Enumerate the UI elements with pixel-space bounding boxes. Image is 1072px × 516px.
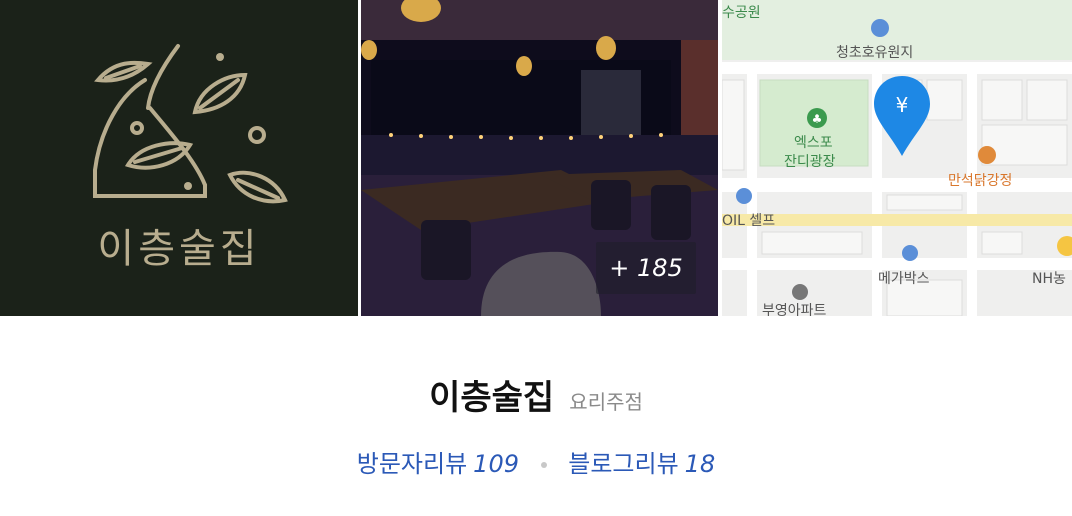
map-label-park: 수공원 bbox=[722, 5, 761, 21]
separator-dot bbox=[540, 462, 547, 468]
place-category: 요리주점 bbox=[569, 390, 643, 414]
blog-reviews-count: 18 bbox=[684, 450, 716, 478]
place-info: 이층술집 요리주점 방문자리뷰 109 블로그리뷰 18 bbox=[0, 316, 1072, 516]
map-label-cinema: 메가박스 bbox=[878, 271, 930, 287]
title-row: 이층술집 요리주점 bbox=[0, 370, 1072, 419]
map-label-plaza-1: 엑스포 bbox=[794, 135, 833, 151]
interior-photo-tile[interactable]: + 185 bbox=[361, 0, 718, 316]
map-preview-tile[interactable]: ♣ ¥ 수공원 청초호유원지 엑스포 잔디광장 만석닭강정 OIL 셀프 메가박… bbox=[722, 0, 1072, 316]
logo-image-tile[interactable]: 이층술집 bbox=[0, 0, 358, 316]
svg-text:♣: ♣ bbox=[812, 112, 823, 126]
visitor-reviews-label: 방문자리뷰 bbox=[356, 450, 468, 478]
visitor-reviews-count: 109 bbox=[473, 450, 519, 478]
map-label-plaza-2: 잔디광장 bbox=[784, 154, 836, 170]
review-row: 방문자리뷰 109 블로그리뷰 18 bbox=[0, 444, 1072, 479]
more-photos-badge[interactable]: + 185 bbox=[596, 242, 696, 294]
map-label-apartment: 부영아파트 bbox=[762, 303, 827, 316]
location-pin-icon bbox=[874, 76, 930, 156]
map-label-gas-station: OIL 셀프 bbox=[722, 213, 776, 229]
blog-reviews-link[interactable]: 블로그리뷰 18 bbox=[568, 450, 715, 478]
photo-gallery: 이층술집 + 185 ♣ ¥ 수공원 청초호유원지 엑스포 잔디광장 만석닭강정… bbox=[0, 0, 1072, 316]
visitor-reviews-link[interactable]: 방문자리뷰 109 bbox=[357, 450, 527, 478]
map-label-reservoir: 청초호유원지 bbox=[836, 45, 914, 61]
map-label-bank: NH농 bbox=[1032, 271, 1066, 287]
blog-reviews-label: 블로그리뷰 bbox=[568, 450, 679, 478]
logo-wordmark: 이층술집 bbox=[97, 226, 261, 272]
map-label-restaurant: 만석닭강정 bbox=[948, 173, 1013, 189]
place-name: 이층술집 bbox=[429, 378, 555, 418]
